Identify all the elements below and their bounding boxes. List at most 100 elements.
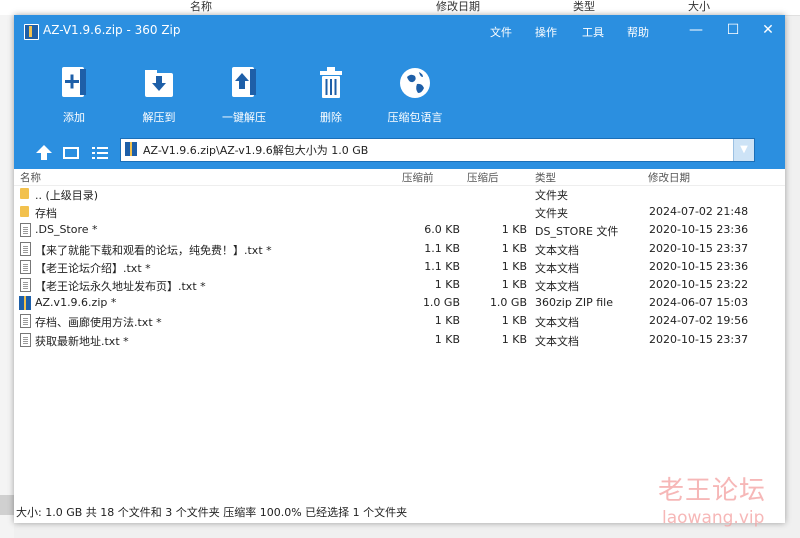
file-name: 存档 [35,207,57,221]
watermark-title: 老王论坛 [658,476,767,506]
add-button[interactable]: 添加 [39,63,109,125]
table-row[interactable]: AZ.v1.9.6.zip * 1.0 GB 1.0 GB 360zip ZIP… [14,294,785,312]
file-type: 文件夹 [535,207,568,221]
close-button[interactable]: ✕ [756,19,780,41]
zip-file-icon [19,296,31,311]
extract-to-button[interactable]: 解压到 [124,63,194,125]
column-header: 名称 压缩前 压缩后 类型 修改日期 [14,169,785,186]
file-modified: 2024-07-02 19:56 [649,314,749,328]
file-modified: 2020-10-15 23:36 [649,259,749,273]
path-text: AZ-V1.9.6.zip\AZ-v1.9.6解包大小为 1.0 GB [143,144,369,157]
file-type: 文本文档 [535,243,579,257]
file-packed: 1 KB [501,314,527,328]
window-title: AZ-V1.9.6.zip - 360 Zip [43,23,181,37]
file-type: 文件夹 [535,189,568,202]
file-packed: 1 KB [501,259,527,273]
file-type: 文本文档 [535,334,579,348]
menu-help[interactable]: 帮助 [627,24,649,40]
file-name: .. (上级目录) [35,189,99,202]
file-modified: 2024-06-07 15:03 [649,296,749,310]
file-name: .DS_Store * [35,223,98,237]
bg-col-type: 类型 [573,0,595,13]
maximize-button[interactable]: ☐ [721,19,745,41]
file-packed: 1 KB [501,223,527,237]
table-row[interactable]: 存档、画廊使用方法.txt * 1 KB 1 KB 文本文档 2024-07-0… [14,312,785,330]
file-name: 存档、画廊使用方法.txt * [35,316,162,330]
col-size[interactable]: 压缩前 [402,170,434,185]
one-click-extract-icon [232,67,256,97]
file-name: 【老王论坛介绍】.txt * [35,261,151,275]
status-text: 大小: 1.0 GB 共 18 个文件和 3 个文件夹 压缩率 100.0% 已… [16,506,408,519]
file-size: 6.0 KB [424,223,460,237]
file-packed: 1.0 GB [489,296,527,310]
add-label: 添加 [63,111,85,124]
path-field[interactable]: AZ-V1.9.6.zip\AZ-v1.9.6解包大小为 1.0 GB ▼ [120,138,755,162]
chevron-down-icon[interactable]: ▼ [733,139,754,161]
watermark-url: laowang.vip [662,508,765,528]
one-click-extract-label: 一键解压 [222,111,266,124]
file-modified: 2020-10-15 23:37 [649,241,749,255]
file-size: 1.1 KB [424,241,460,255]
text-file-icon [20,314,31,329]
file-size: 1 KB [434,314,460,328]
file-packed: 1 KB [501,277,527,291]
file-size: 1.0 GB [422,296,460,310]
col-name[interactable]: 名称 [20,170,41,185]
file-modified: 2024-07-02 21:48 [649,205,749,219]
background-explorer-header: 名称 修改日期 类型 大小 [0,0,800,16]
zip-window: AZ-V1.9.6.zip - 360 Zip 文件 操作 工具 帮助 — ☐ … [14,15,785,523]
title-bar[interactable]: AZ-V1.9.6.zip - 360 Zip 文件 操作 工具 帮助 — ☐ … [14,15,785,47]
file-name: 【老王论坛永久地址发布页】.txt * [35,279,206,293]
extract-folder-icon [145,70,173,97]
table-row[interactable]: 获取最新地址.txt * 1 KB 1 KB 文本文档 2020-10-15 2… [14,331,785,349]
trash-icon [320,67,342,98]
extract-to-label: 解压到 [142,111,176,124]
thumbnail-view-icon[interactable] [61,143,81,163]
delete-button[interactable]: 删除 [296,63,366,125]
menu-file[interactable]: 文件 [490,24,512,40]
table-row[interactable]: .DS_Store * 6.0 KB 1 KB DS_STORE 文件 2020… [14,221,785,239]
table-row[interactable]: 【来了就能下载和观看的论坛，纯免费！】.txt * 1.1 KB 1 KB 文本… [14,240,785,258]
file-type: 文本文档 [535,261,579,275]
language-button[interactable]: 压缩包语言 [380,63,450,125]
col-type[interactable]: 类型 [535,170,556,185]
zip-archive-icon [125,142,137,156]
bg-scrollbar [0,495,14,515]
file-size: 1 KB [434,277,460,291]
file-modified: 2020-10-15 23:22 [649,277,749,291]
navigation-bar: AZ-V1.9.6.zip\AZ-v1.9.6解包大小为 1.0 GB ▼ [14,135,785,171]
col-modified[interactable]: 修改日期 [648,170,690,185]
file-size: 1.1 KB [424,259,460,273]
background-explorer-left [0,15,14,538]
bg-col-name: 名称 [190,0,212,13]
file-modified: 2020-10-15 23:37 [649,332,749,346]
file-size: 1 KB [434,332,460,346]
table-row[interactable]: .. (上级目录) 文件夹 [14,185,785,203]
file-type: 文本文档 [535,316,579,330]
one-click-extract-button[interactable]: 一键解压 [209,63,279,125]
folder-up-icon [20,188,29,199]
toolbar: 添加 解压到 一键解压 删除 压缩包语言 [14,47,785,135]
file-list: .. (上级目录) 文件夹 存档 文件夹 2024-07-02 21:48 .D… [14,185,785,349]
minimize-button[interactable]: — [684,19,708,41]
table-row[interactable]: 【老王论坛永久地址发布页】.txt * 1 KB 1 KB 文本文档 2020-… [14,276,785,294]
table-row[interactable]: 【老王论坛介绍】.txt * 1.1 KB 1 KB 文本文档 2020-10-… [14,258,785,276]
text-file-icon [20,259,31,274]
menu-tools[interactable]: 工具 [582,24,604,40]
zip-app-icon [24,24,39,40]
list-view-icon[interactable] [90,143,110,163]
file-name: 获取最新地址.txt * [35,334,129,348]
up-arrow-icon[interactable] [34,143,54,163]
menu-operation[interactable]: 操作 [535,24,557,40]
add-icon [62,67,86,97]
file-packed: 1 KB [501,332,527,346]
file-type: 文本文档 [535,279,579,293]
file-packed: 1 KB [501,241,527,255]
col-packed[interactable]: 压缩后 [467,170,499,185]
file-name: AZ.v1.9.6.zip * [35,296,117,310]
text-file-icon [20,332,31,347]
bg-col-size: 大小 [688,0,710,13]
delete-label: 删除 [320,111,342,124]
file-name: 【来了就能下载和观看的论坛，纯免费！】.txt * [35,243,272,257]
table-row[interactable]: 存档 文件夹 2024-07-02 21:48 [14,203,785,221]
